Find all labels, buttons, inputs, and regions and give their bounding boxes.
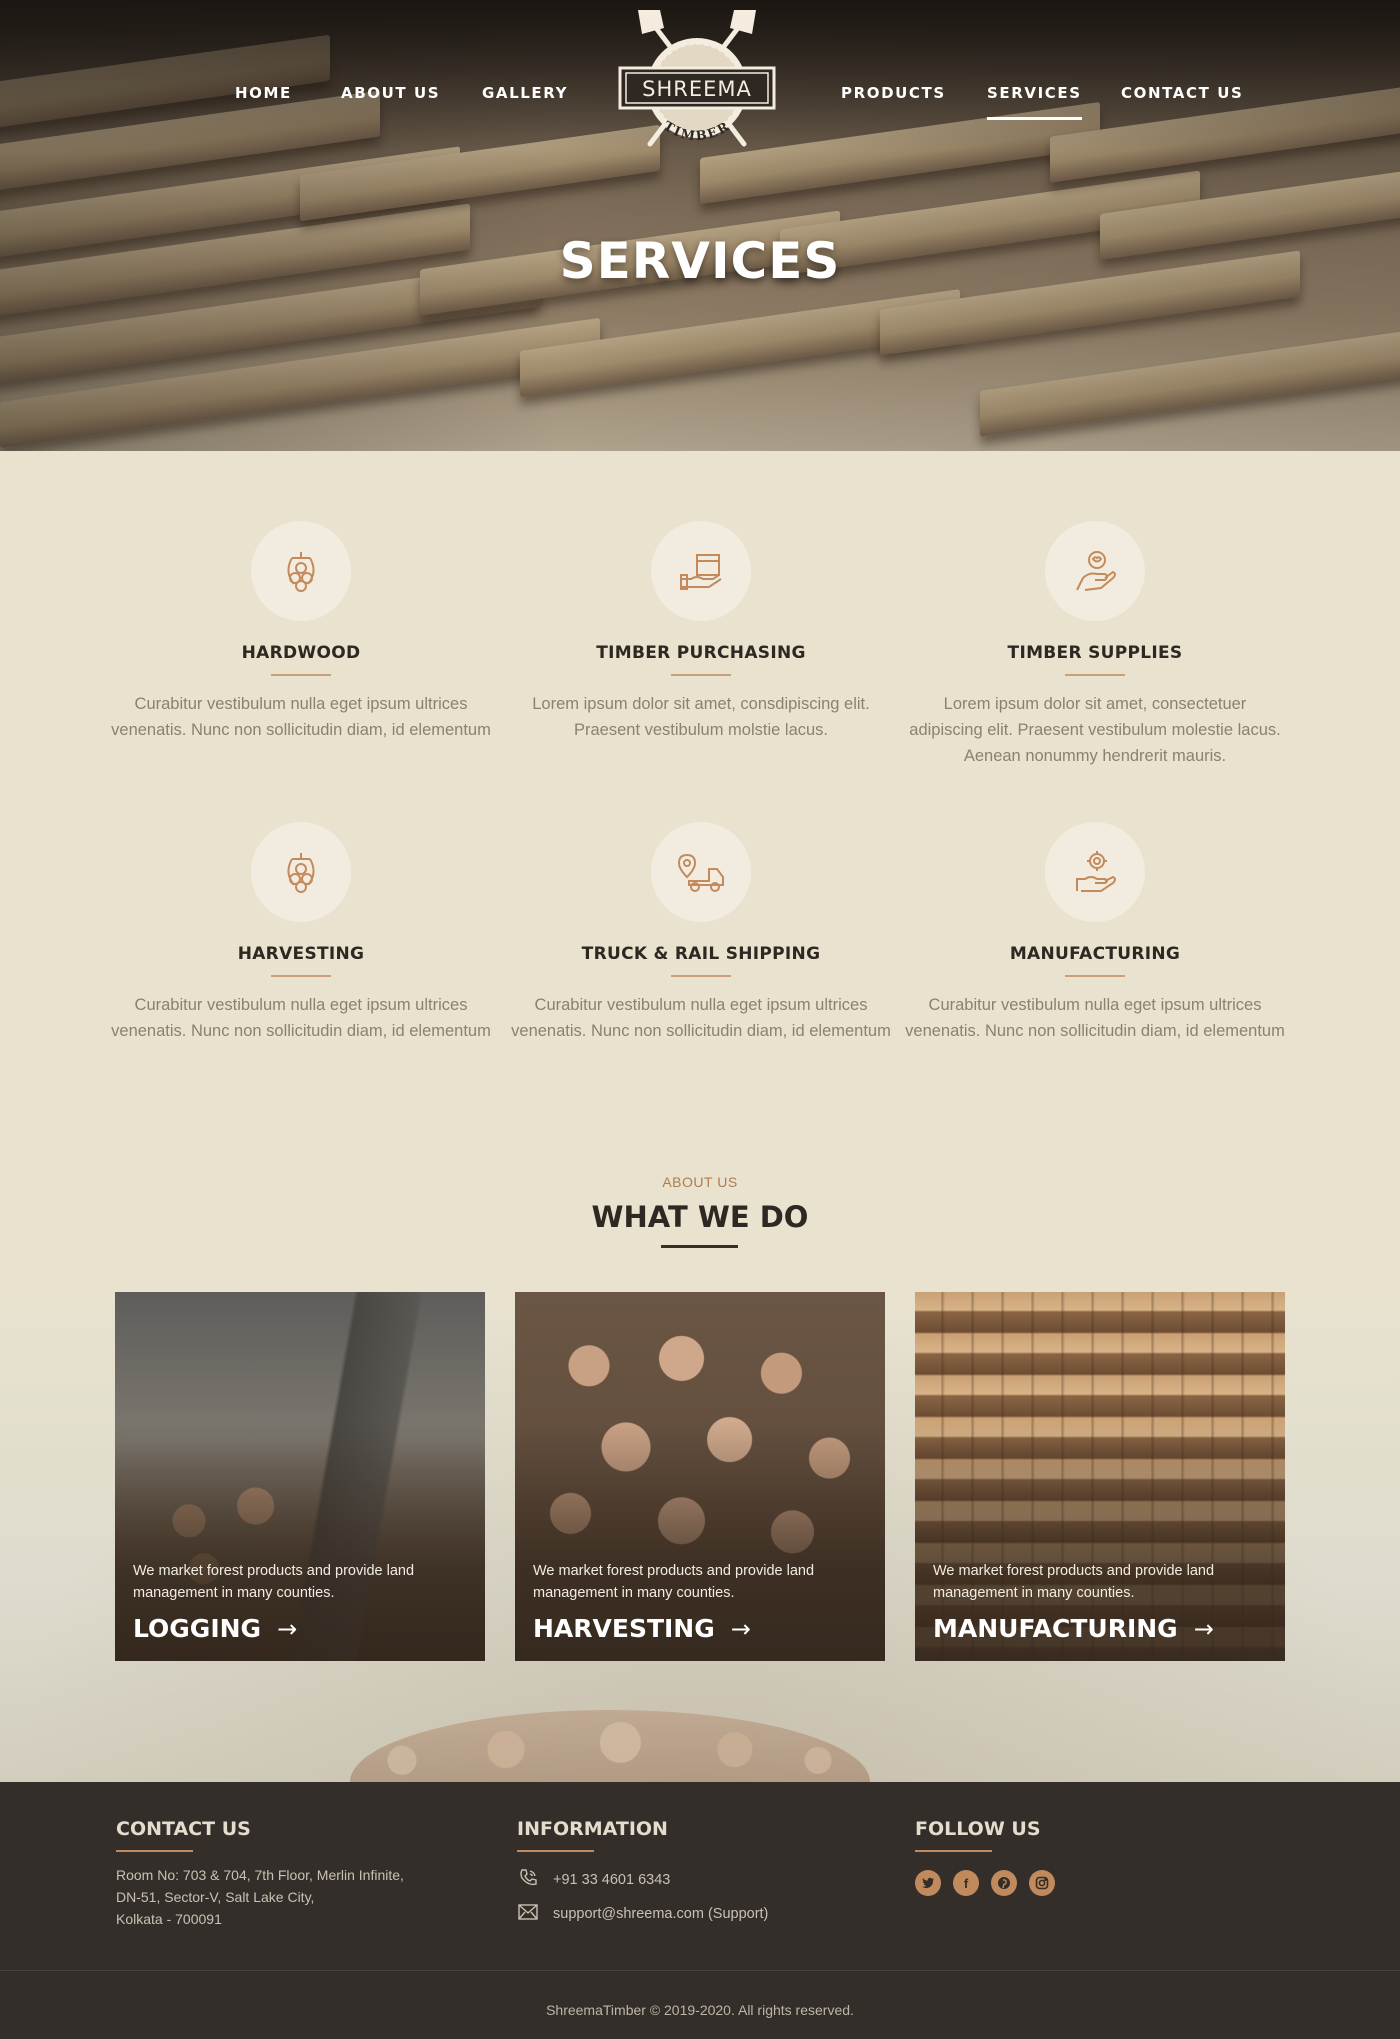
footer-follow: FOLLOW US f [915,1818,1055,1896]
page-title: SERVICES [559,232,841,290]
service-description: Curabitur vestibulum nulla eget ipsum ul… [511,996,891,1040]
card-description: We market forest products and provide la… [933,1563,1215,1601]
footer-address: Room No: 703 & 704, 7th Floor, Merlin In… [116,1867,404,1927]
logo-brand-text: SHREEMA [642,77,752,101]
log-grapple-icon [251,521,351,621]
service-title: HARDWOOD [241,643,361,663]
card-description: We market forest products and provide la… [133,1563,415,1601]
arrow-right-icon: → [277,1614,298,1643]
service-title: HARVESTING [237,944,365,964]
service-title: MANUFACTURING [1009,944,1181,964]
service-timber-purchasing: TIMBER PURCHASING Lorem ipsum dolor sit … [511,521,891,739]
footer-contact: CONTACT US Room No: 703 & 704, 7th Floor… [116,1818,404,1930]
card-manufacturing[interactable]: We market forest products and provide la… [915,1292,1285,1661]
delivery-truck-icon [651,822,751,922]
arrow-right-icon: → [730,1614,751,1643]
site-footer: CONTACT US Room No: 703 & 704, 7th Floor… [0,1782,1400,2039]
service-description: Lorem ipsum dolor sit amet, consectetuer… [909,695,1281,765]
card-link-logging[interactable]: LOGGING → [133,1614,297,1643]
service-title: TIMBER PURCHASING [596,643,806,663]
service-description: Lorem ipsum dolor sit amet, consdipiscin… [532,695,870,739]
footer-phone[interactable]: +91 33 4601 6343 [517,1868,768,1892]
twitter-icon[interactable] [915,1870,941,1896]
footer-information: INFORMATION +91 33 4601 6343 support@shr… [517,1818,768,1924]
copyright-text: ShreemaTimber © 2019-2020. All rights re… [546,2002,854,2018]
service-timber-supplies: TIMBER SUPPLIES Lorem ipsum dolor sit am… [905,521,1285,765]
card-harvesting[interactable]: We market forest products and provide la… [515,1292,885,1661]
footer-heading: FOLLOW US [915,1818,1041,1840]
nav-contact-us[interactable]: CONTACT US [1121,84,1243,102]
service-title: TRUCK & RAIL SHIPPING [581,944,821,964]
box-on-hand-icon [651,521,751,621]
card-link-manufacturing[interactable]: MANUFACTURING → [933,1614,1214,1643]
card-title: LOGGING [133,1614,262,1643]
hand-heart-icon [1045,521,1145,621]
instagram-icon[interactable] [1029,1870,1055,1896]
envelope-icon [517,1904,539,1924]
arrow-right-icon: → [1193,1614,1214,1643]
hand-gear-icon [1045,822,1145,922]
card-description: We market forest products and provide la… [533,1563,815,1601]
section-divider [661,1245,738,1248]
service-hardwood: HARDWOOD Curabitur vestibulum nulla eget… [111,521,491,739]
facebook-icon[interactable]: f [953,1870,979,1896]
nav-about-us[interactable]: ABOUT US [341,84,440,102]
phone-icon [517,1868,539,1892]
log-grapple-icon [251,822,351,922]
nav-services[interactable]: SERVICES [987,84,1082,120]
nav-gallery[interactable]: GALLERY [482,84,568,102]
section-eyebrow: ABOUT US [662,1174,738,1190]
pinterest-icon[interactable] [991,1870,1017,1896]
footer-heading: CONTACT US [116,1818,251,1840]
nav-home[interactable]: HOME [235,84,292,102]
nav-products[interactable]: PRODUCTS [841,84,946,102]
service-title: TIMBER SUPPLIES [1007,643,1183,663]
card-title: HARVESTING [533,1614,715,1643]
footer-heading: INFORMATION [517,1818,668,1840]
card-title: MANUFACTURING [933,1614,1178,1643]
card-logging[interactable]: We market forest products and provide la… [115,1292,485,1661]
footer-email[interactable]: support@shreema.com (Support) [517,1904,768,1924]
service-description: Curabitur vestibulum nulla eget ipsum ul… [111,695,491,739]
shreema-timber-logo[interactable]: SHREEMA TIMBER [612,6,782,168]
service-description: Curabitur vestibulum nulla eget ipsum ul… [905,996,1285,1040]
service-description: Curabitur vestibulum nulla eget ipsum ul… [111,996,491,1040]
service-harvesting: HARVESTING Curabitur vestibulum nulla eg… [111,822,491,1040]
service-manufacturing: MANUFACTURING Curabitur vestibulum nulla… [905,822,1285,1040]
section-title: WHAT WE DO [591,1200,809,1234]
service-truck-rail-shipping: TRUCK & RAIL SHIPPING Curabitur vestibul… [511,822,891,1040]
card-link-harvesting[interactable]: HARVESTING → [533,1614,751,1643]
